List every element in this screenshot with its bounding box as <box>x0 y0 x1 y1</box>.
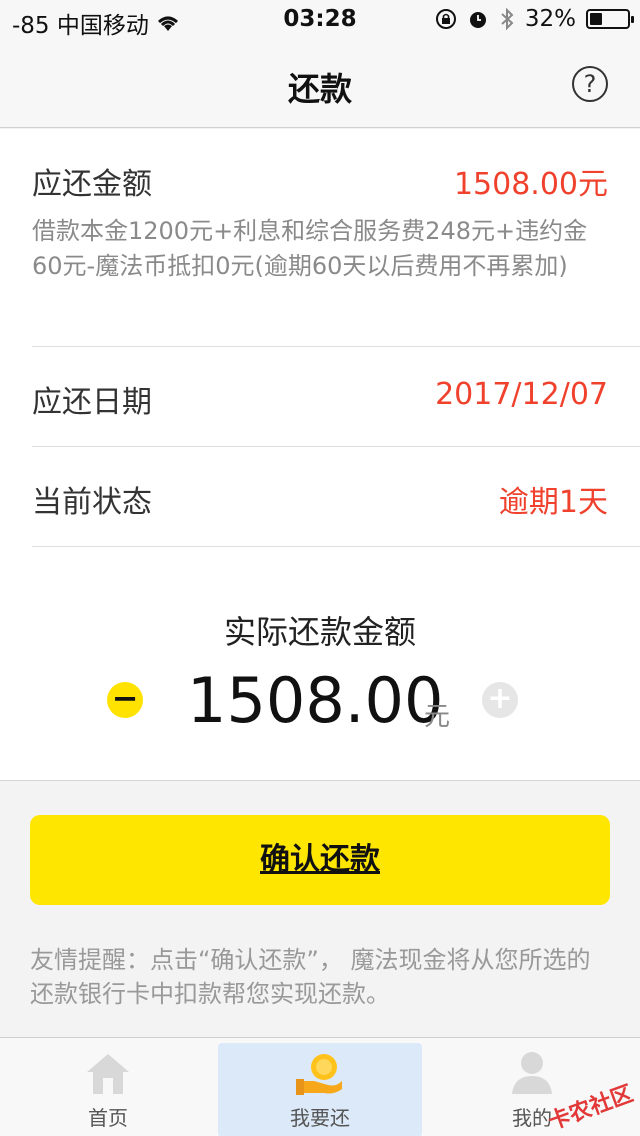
battery-percent: 32% <box>524 6 576 32</box>
page-title: 还款 <box>287 70 352 108</box>
status-value: 逾期1天 <box>498 485 608 520</box>
home-icon <box>87 1054 129 1094</box>
status-bar: -85 中国移动 03:28 32% <box>0 0 640 40</box>
status-label: 当前状态 <box>32 485 152 520</box>
increase-button[interactable]: + <box>482 682 518 718</box>
tab-bar: 首页 我要还 我的 卡农社区 <box>0 1037 640 1136</box>
alarm-icon <box>469 12 486 28</box>
tab-repay-label: 我要还 <box>290 1106 350 1130</box>
bluetooth-icon <box>501 7 514 31</box>
due-amount-label: 应还金额 <box>32 167 152 202</box>
decrease-button[interactable]: − <box>107 682 143 718</box>
tab-home-label: 首页 <box>88 1106 128 1130</box>
tab-repay[interactable]: 我要还 <box>218 1043 422 1136</box>
user-icon <box>512 1052 552 1094</box>
actual-amount-value: 1508.00 <box>187 664 444 737</box>
due-date-label: 应还日期 <box>32 385 152 420</box>
due-amount-value: 1508.00元 <box>453 167 608 202</box>
battery-fill <box>590 13 602 25</box>
reminder-text: 友情提醒：点击“确认还款”， 魔法现金将从您所选的还款银行卡中扣款帮您实现还款。 <box>30 946 591 1008</box>
actual-amount-unit: 元 <box>424 702 451 732</box>
tab-home[interactable]: 首页 <box>6 1038 210 1136</box>
confirm-repay-button[interactable]: 确认还款 <box>30 815 610 905</box>
due-date-value: 2017/12/07 <box>435 377 608 412</box>
question-circle-icon[interactable]: ? <box>572 66 608 102</box>
repayment-card: 应还金额 1508.00元 借款本金1200元+利息和综合服务费248元+违约金… <box>0 129 640 781</box>
nav-bar: 还款 ? <box>0 40 640 128</box>
coin-hand-icon <box>296 1054 342 1095</box>
divider <box>32 346 640 347</box>
battery-icon <box>586 9 634 29</box>
divider <box>32 446 640 447</box>
status-right: 32% <box>435 6 634 32</box>
rotation-lock-icon <box>435 9 456 29</box>
actual-amount-label: 实际还款金额 <box>223 613 416 651</box>
due-amount-description: 借款本金1200元+利息和综合服务费248元+违约金60元-魔法币抵扣0元(逾期… <box>32 217 588 280</box>
divider <box>32 546 640 547</box>
